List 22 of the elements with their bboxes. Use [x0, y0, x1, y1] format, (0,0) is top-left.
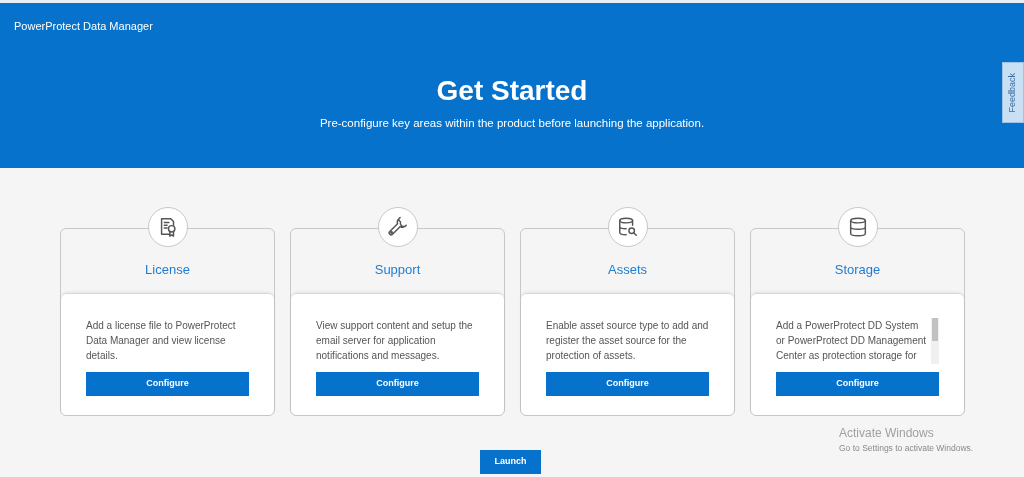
configure-button[interactable]: Configure: [776, 372, 939, 396]
launch-button[interactable]: Launch: [480, 450, 541, 474]
card-description: View support content and setup the email server for application notifications and messages.: [316, 319, 474, 363]
card-title: Assets: [608, 260, 647, 279]
scrollbar[interactable]: [931, 318, 939, 364]
card-title: Support: [374, 260, 421, 279]
page-title: Get Started: [436, 75, 588, 107]
page-subtitle: Pre-configure key areas within the product before launching the application.: [319, 116, 705, 131]
app-title: PowerProtect Data Manager: [14, 20, 153, 32]
activation-notice-text: Go to Settings to activate Windows.: [839, 442, 974, 455]
card-title: License: [145, 260, 190, 279]
card-description: Add a PowerProtect DD System or PowerProtect DD Management Center as protection storage for: [776, 319, 927, 363]
database-search-icon: [616, 216, 639, 238]
configure-button[interactable]: Configure: [546, 372, 709, 396]
card-title: Storage: [834, 260, 881, 279]
card-description: Enable asset source type to add and register the asset source for the protection of assets.: [546, 319, 709, 363]
feedback-tab[interactable]: Feedback: [1002, 62, 1024, 123]
card-description: Add a license file to PowerProtect Data Manager and view license details.: [86, 319, 237, 363]
configure-button[interactable]: Configure: [86, 372, 249, 396]
activation-notice-title: Activate Windows: [839, 426, 935, 440]
configure-button[interactable]: Configure: [316, 372, 479, 396]
wrench-icon: [386, 216, 409, 238]
